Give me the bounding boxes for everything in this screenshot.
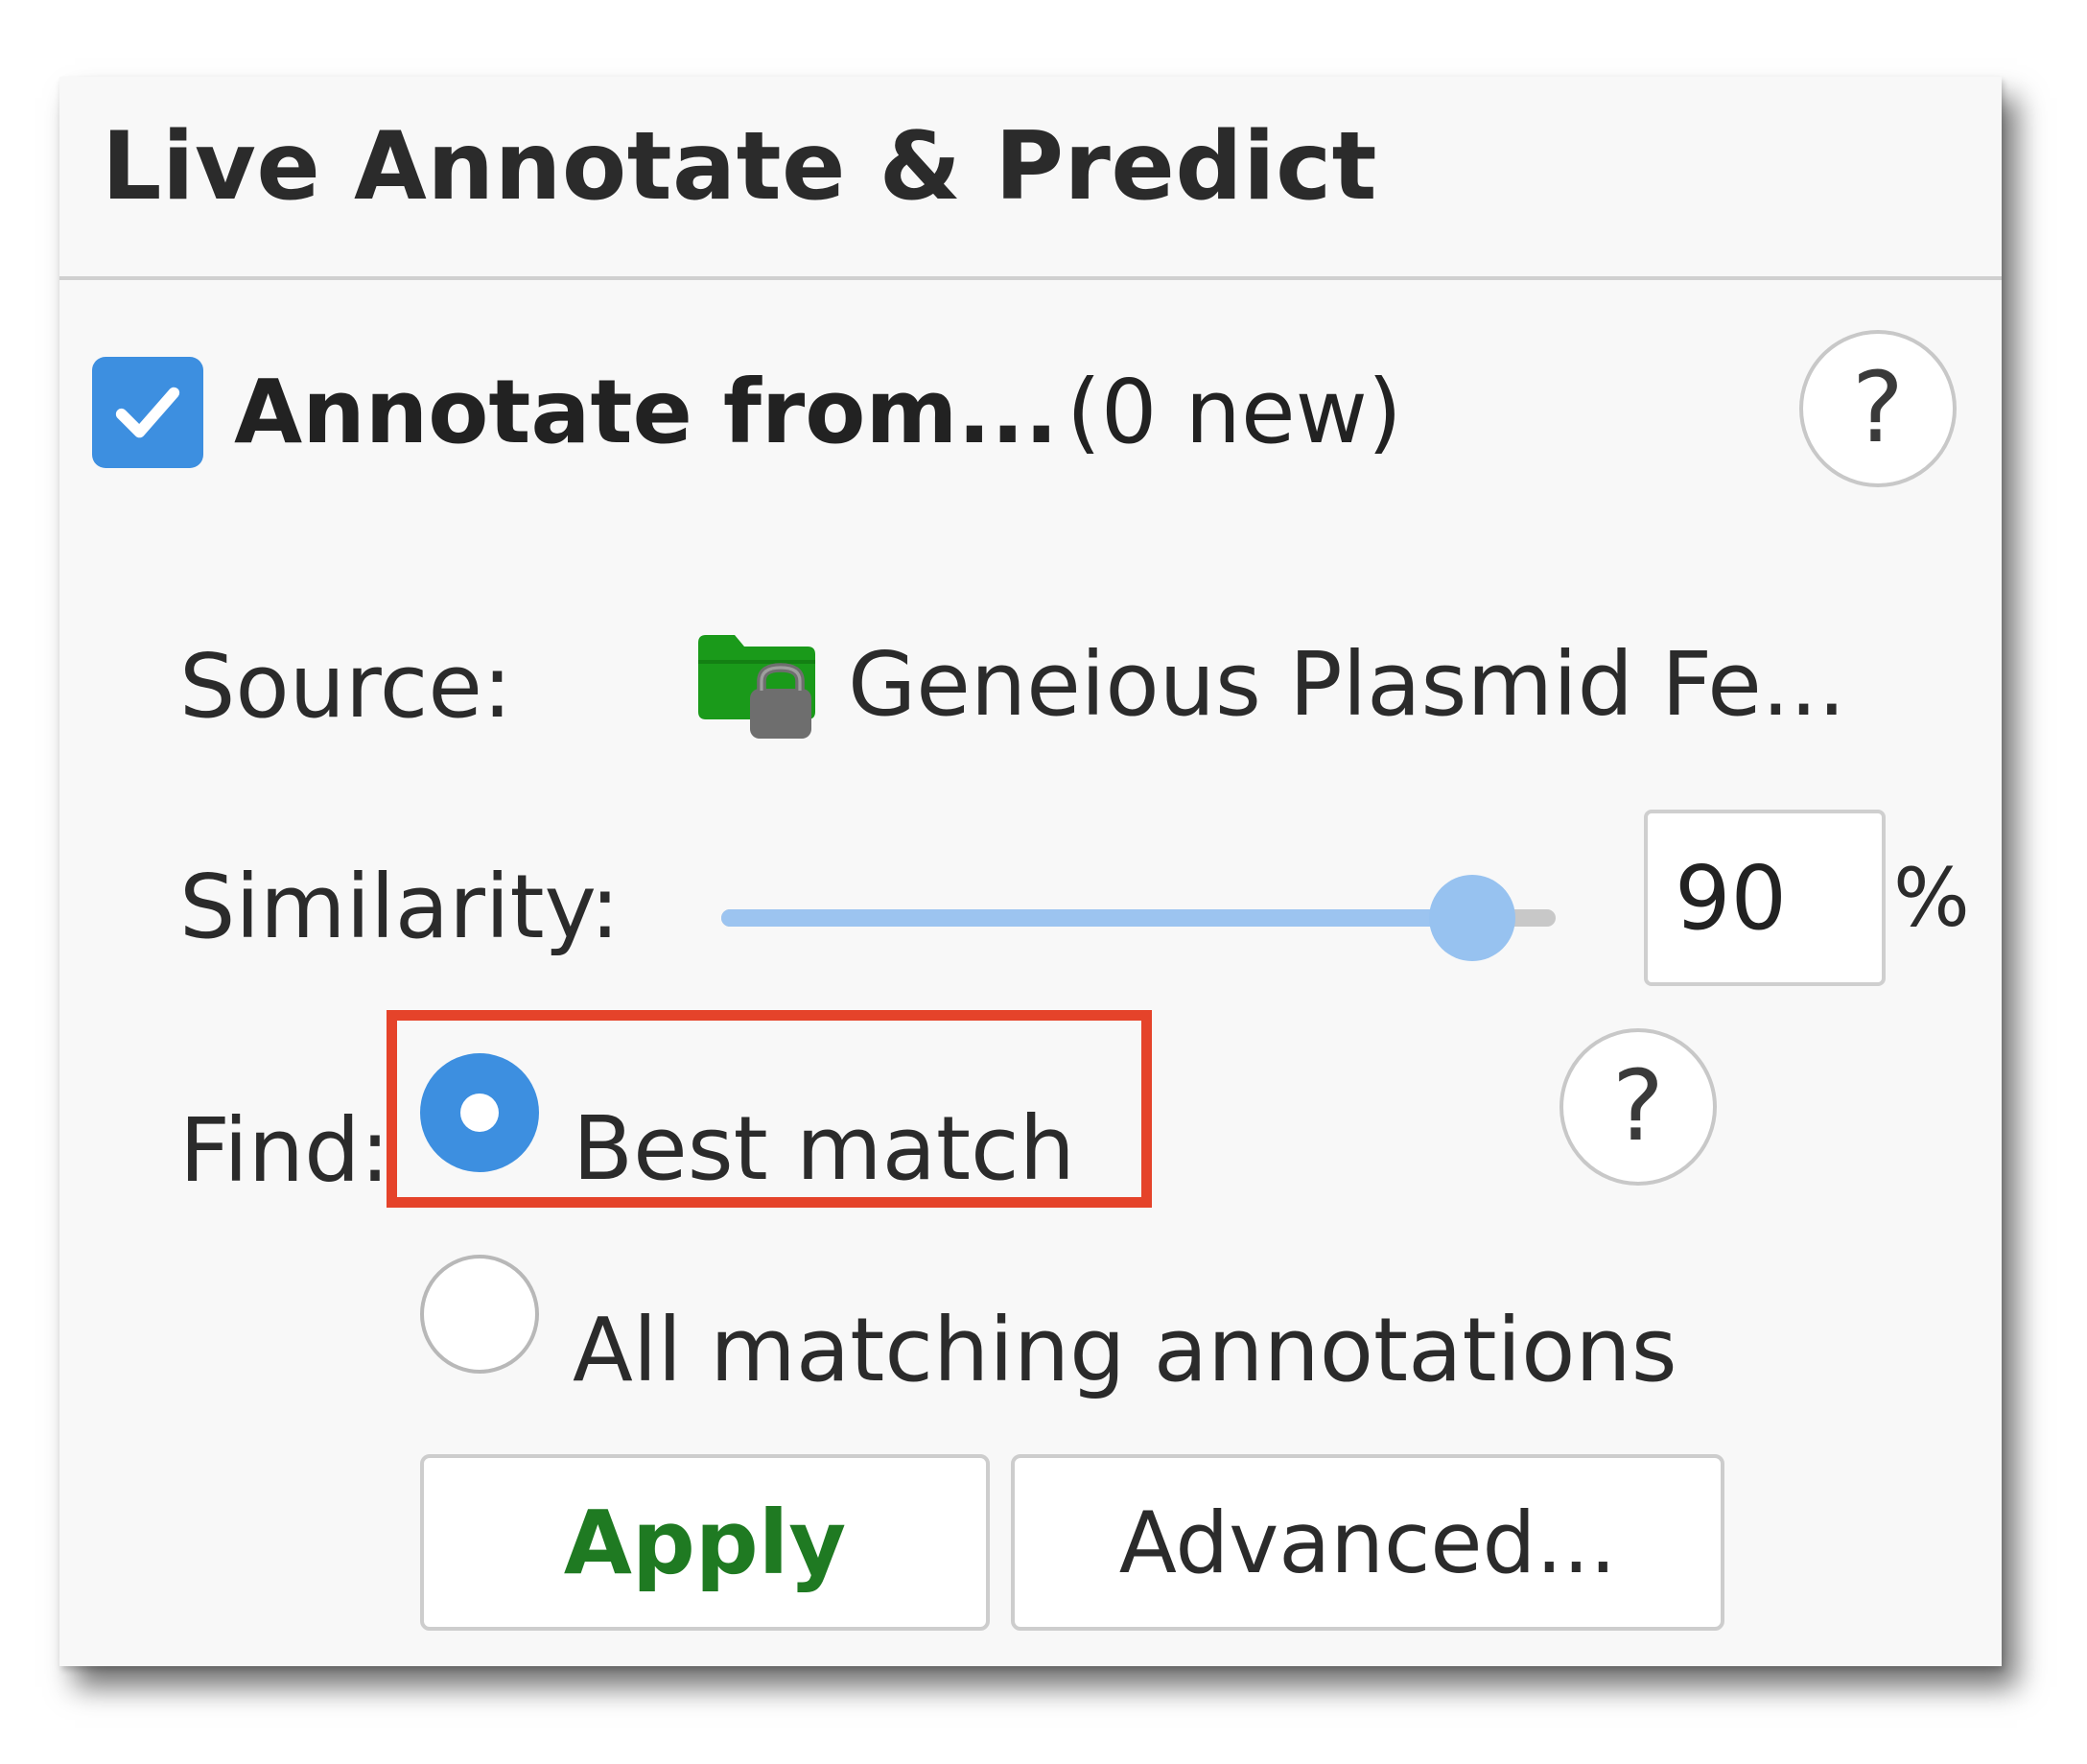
apply-button[interactable]: Apply [420, 1454, 990, 1631]
highlight-box [387, 1010, 1152, 1208]
all-matching-radio[interactable] [420, 1255, 539, 1374]
find-label: Find: [179, 1099, 390, 1202]
similarity-slider[interactable] [721, 875, 1556, 961]
similarity-input[interactable] [1644, 810, 1886, 986]
percent-unit: % [1893, 851, 1970, 945]
new-count-label: (0 new) [1067, 361, 1402, 463]
all-matching-label[interactable]: All matching annotations [573, 1293, 1677, 1408]
locked-folder-icon [698, 635, 815, 739]
slider-thumb[interactable] [1429, 875, 1515, 961]
annotate-help-button[interactable]: ? [1799, 330, 1957, 487]
title-divider [59, 276, 2002, 280]
live-annotate-panel: Live Annotate & Predict Annotate from...… [59, 77, 2002, 1666]
source-label: Source: [179, 635, 512, 738]
find-help-button[interactable]: ? [1559, 1028, 1717, 1186]
question-mark-icon: ? [1611, 1049, 1665, 1164]
annotate-from-label[interactable]: Annotate from... [234, 355, 1058, 470]
similarity-label: Similarity: [179, 856, 621, 958]
annotate-checkbox[interactable] [92, 357, 203, 468]
slider-fill [721, 909, 1472, 927]
panel-title: Live Annotate & Predict [102, 112, 1378, 222]
checkmark-icon [115, 387, 180, 438]
advanced-button[interactable]: Advanced... [1011, 1454, 1724, 1631]
source-value[interactable]: Geneious Plasmid Fe... [848, 627, 1846, 742]
question-mark-icon: ? [1851, 351, 1905, 465]
